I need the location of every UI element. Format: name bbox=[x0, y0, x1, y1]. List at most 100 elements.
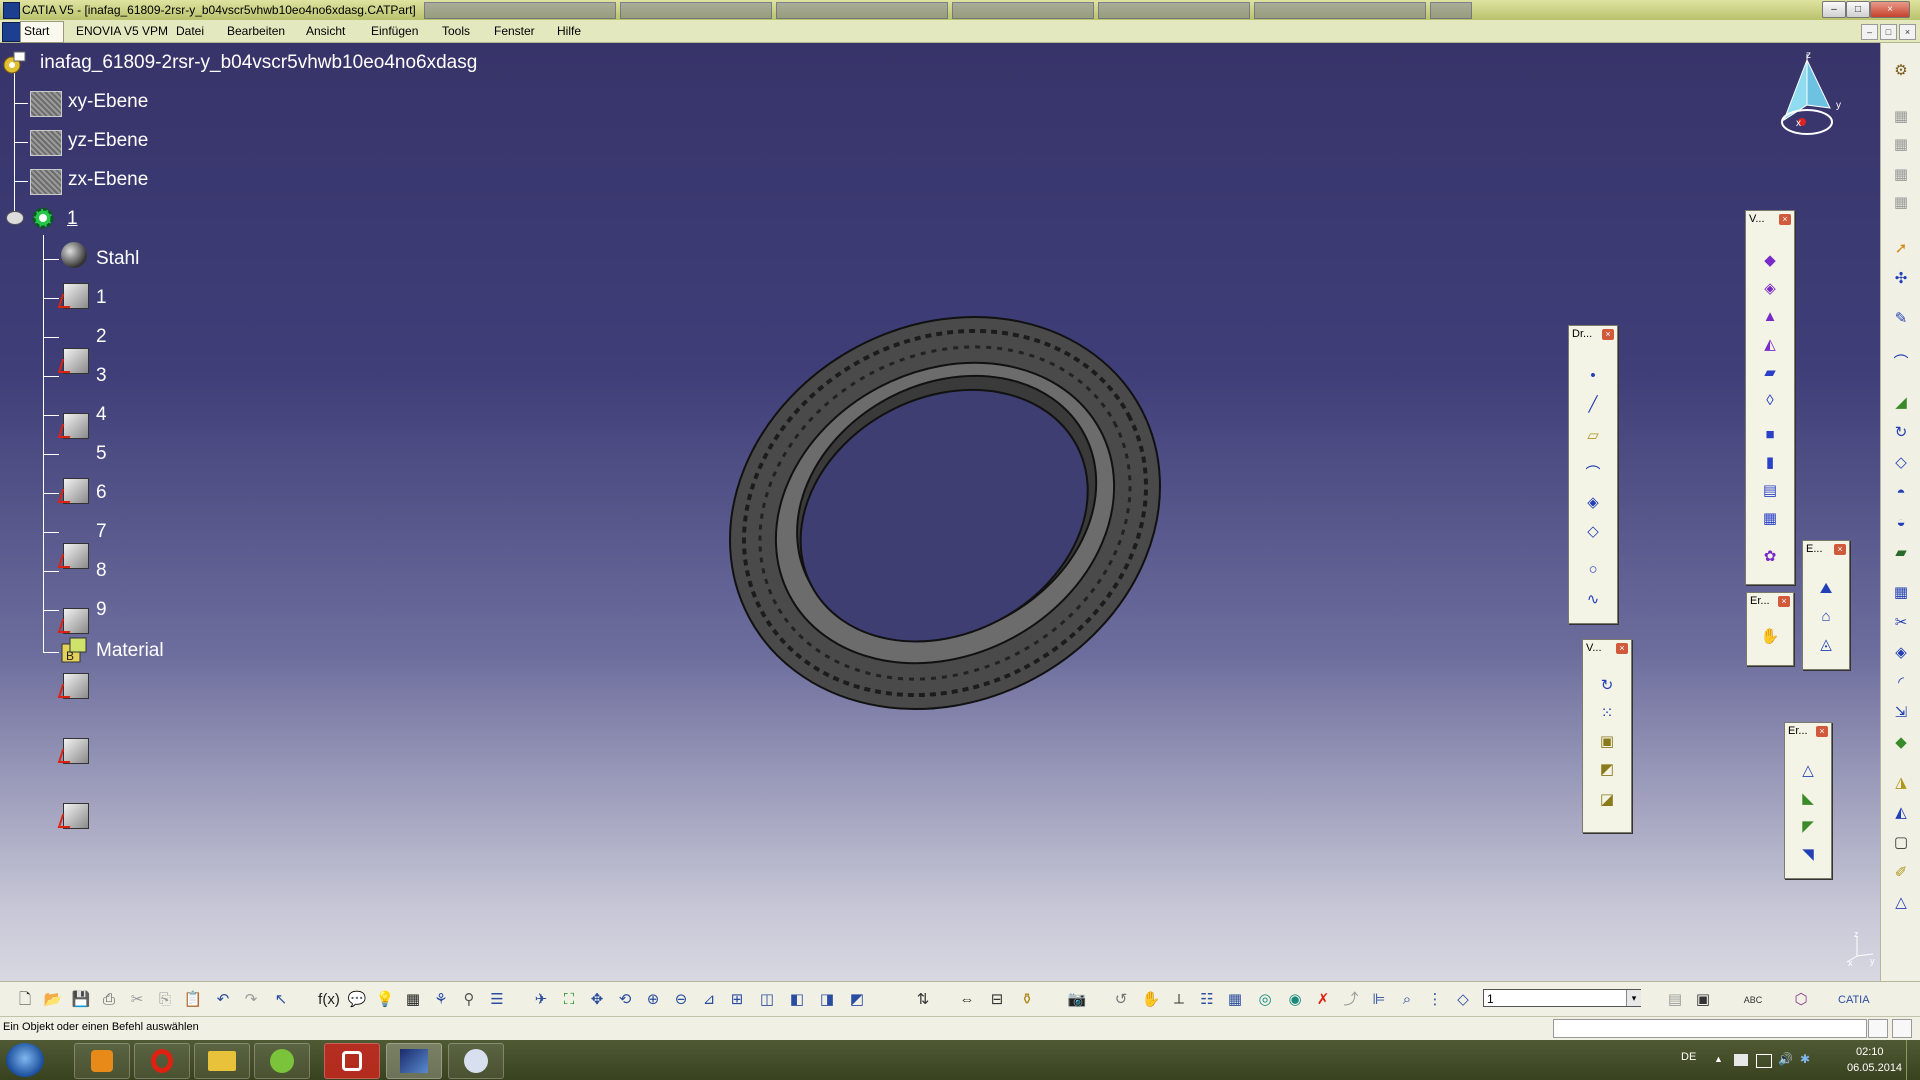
shading-icon[interactable]: ◧ bbox=[786, 990, 808, 1010]
cube-icon[interactable]: ◈ bbox=[1891, 643, 1911, 663]
catia-shield-icon[interactable]: ⬡ bbox=[1790, 990, 1812, 1010]
table-icon[interactable]: ▦ bbox=[402, 990, 424, 1010]
minimize-button[interactable]: – bbox=[1822, 1, 1846, 18]
close-icon[interactable]: × bbox=[1816, 726, 1828, 737]
circle-icon[interactable]: ○ bbox=[1583, 560, 1603, 580]
body-icon[interactable] bbox=[63, 478, 89, 504]
axis-to-axis-icon[interactable]: ◪ bbox=[1597, 790, 1617, 810]
fill-surface-icon[interactable]: ◇ bbox=[1891, 453, 1911, 473]
material-sphere-icon[interactable] bbox=[61, 242, 87, 268]
fill-icon[interactable]: △ bbox=[1798, 761, 1818, 781]
catia-app-icon[interactable] bbox=[3, 2, 20, 19]
windows-start-icon[interactable] bbox=[6, 1043, 44, 1077]
properties-icon[interactable]: ▤ bbox=[1664, 990, 1686, 1010]
paste-icon[interactable]: 📋 bbox=[182, 990, 204, 1010]
swap-space-icon[interactable]: ◩ bbox=[846, 990, 868, 1010]
paint-icon[interactable] bbox=[448, 1043, 504, 1079]
fly-mode-icon[interactable]: ✈ bbox=[530, 990, 552, 1010]
close-button[interactable]: × bbox=[1870, 1, 1910, 18]
offset-surface-icon[interactable]: ◒ bbox=[1891, 513, 1911, 533]
insert-body-icon[interactable]: ⤴ bbox=[1340, 990, 1362, 1010]
tree-material[interactable]: Material bbox=[96, 640, 164, 662]
part-icon[interactable] bbox=[2, 51, 26, 75]
measure-icon[interactable]: ✐ bbox=[1891, 863, 1911, 883]
menu-start[interactable]: Start bbox=[24, 24, 49, 38]
clock-time[interactable]: 02:10 bbox=[1856, 1046, 1884, 1058]
light-icon[interactable]: 💡 bbox=[374, 990, 396, 1010]
menu-tools[interactable]: Tools bbox=[442, 24, 470, 38]
blend-surface-icon[interactable]: ◓ bbox=[1891, 483, 1911, 503]
tray-bluetooth-icon[interactable]: ✱ bbox=[1800, 1052, 1810, 1066]
doc-minimize-button[interactable]: – bbox=[1861, 24, 1878, 40]
offset-icon[interactable]: ◤ bbox=[1798, 817, 1818, 837]
media-player-icon[interactable] bbox=[74, 1043, 130, 1079]
redo-icon[interactable]: ↷ bbox=[240, 990, 262, 1010]
menu-hilfe[interactable]: Hilfe bbox=[557, 24, 581, 38]
measure-between-icon[interactable]: ⇔ bbox=[956, 990, 978, 1010]
scale-icon[interactable]: ▣ bbox=[1597, 732, 1617, 752]
intersection-icon[interactable]: ◈ bbox=[1583, 493, 1603, 513]
copy-icon[interactable]: ⎘ bbox=[154, 990, 176, 1010]
thick-surface-icon[interactable]: ▰ bbox=[1760, 363, 1780, 383]
search-icon[interactable]: ⌕ bbox=[1396, 990, 1418, 1010]
tree-body-3[interactable]: 3 bbox=[96, 365, 107, 387]
body-icon[interactable] bbox=[63, 348, 89, 374]
multi-view-icon[interactable]: ⊞ bbox=[726, 990, 748, 1010]
language-indicator[interactable]: DE bbox=[1681, 1051, 1696, 1063]
bulb-icon[interactable]: ⚲ bbox=[458, 990, 480, 1010]
pan-icon[interactable]: ✥ bbox=[586, 990, 608, 1010]
clock-date[interactable]: 06.05.2014 bbox=[1847, 1062, 1902, 1074]
projection-icon[interactable]: ⌒ bbox=[1583, 464, 1603, 484]
menu-enovia[interactable]: ENOVIA V5 VPM bbox=[76, 24, 168, 38]
save-icon[interactable]: 💾 bbox=[70, 990, 92, 1010]
body-icon[interactable] bbox=[63, 413, 89, 439]
close-icon[interactable]: × bbox=[1779, 214, 1791, 225]
measure-item-icon[interactable]: ⊟ bbox=[986, 990, 1008, 1010]
split-icon[interactable]: ✂ bbox=[1891, 613, 1911, 633]
document-icon[interactable] bbox=[2, 22, 22, 42]
move-icon[interactable]: ✣ bbox=[1891, 269, 1911, 289]
revolve-icon[interactable]: ◈ bbox=[1760, 279, 1780, 299]
fit-all-icon[interactable]: ⛶ bbox=[558, 990, 580, 1010]
render-style-icon[interactable]: ▣ bbox=[1692, 990, 1714, 1010]
cut-icon[interactable]: ✂ bbox=[126, 990, 148, 1010]
volumes-toolbar-top[interactable]: V... × ◆ ◈ ▲ ◭ ▰ ◊ ■ ▮ ▤ ▦ ✿ bbox=[1745, 210, 1795, 585]
point-icon[interactable]: • bbox=[1583, 366, 1603, 386]
tree-plane-yz[interactable]: yz-Ebene bbox=[68, 130, 148, 152]
body-icon[interactable] bbox=[63, 738, 89, 764]
measure-inertia-icon[interactable]: ⚱ bbox=[1016, 990, 1038, 1010]
tool-disabled-icon[interactable]: ▦ bbox=[1891, 165, 1911, 185]
body-icon[interactable] bbox=[63, 673, 89, 699]
sew-icon[interactable]: ▤ bbox=[1760, 481, 1780, 501]
axis-system-icon[interactable]: ⟂ bbox=[1168, 990, 1190, 1010]
law-icon[interactable]: ◮ bbox=[1891, 773, 1911, 793]
apply-material-icon[interactable]: △ bbox=[1891, 893, 1911, 913]
pattern-icon[interactable]: ⁙ bbox=[1597, 704, 1617, 724]
extract-toolbar[interactable]: E... × ⛰ ⌂ ◬ bbox=[1802, 540, 1850, 670]
workbench-icon[interactable]: ⚙ bbox=[1891, 61, 1911, 81]
doc-restore-button[interactable]: □ bbox=[1880, 24, 1897, 40]
volumes-toolbar-bottom[interactable]: V... × ↻ ⁙ ▣ ◩ ◪ bbox=[1582, 639, 1632, 833]
knowledge-icon[interactable]: ⚘ bbox=[430, 990, 452, 1010]
translate-icon[interactable]: ⇲ bbox=[1891, 703, 1911, 723]
layer-filter-icon[interactable]: ⋮ bbox=[1424, 990, 1446, 1010]
bearing-ring-model[interactable] bbox=[725, 293, 1165, 733]
draft-volume-icon[interactable]: ▦ bbox=[1760, 509, 1780, 529]
update-icon[interactable]: ↺ bbox=[1110, 990, 1132, 1010]
multi-section-icon[interactable]: ▰ bbox=[1891, 543, 1911, 563]
close-icon[interactable]: × bbox=[1778, 596, 1790, 607]
affinity-icon[interactable]: ◩ bbox=[1597, 760, 1617, 780]
catalog-icon[interactable]: ☰ bbox=[486, 990, 508, 1010]
command-history-icon[interactable] bbox=[1868, 1019, 1888, 1038]
plane-icon[interactable] bbox=[30, 91, 62, 117]
boolean-icon[interactable]: ✿ bbox=[1760, 547, 1780, 567]
acrobat-reader-icon[interactable] bbox=[324, 1043, 380, 1079]
new-file-icon[interactable]: 🗋 bbox=[14, 990, 36, 1010]
only-current-body-icon[interactable]: ✗ bbox=[1312, 990, 1334, 1010]
er-toolbar-lower[interactable]: Er... × △ ◣ ◤ ◥ bbox=[1784, 722, 1832, 879]
loft-icon[interactable]: ◭ bbox=[1760, 335, 1780, 355]
tree-body-4[interactable]: 4 bbox=[96, 404, 107, 426]
tray-expand-icon[interactable]: ▲ bbox=[1714, 1054, 1723, 1064]
fillet-icon[interactable]: ◜ bbox=[1891, 673, 1911, 693]
command-input[interactable] bbox=[1553, 1019, 1867, 1038]
